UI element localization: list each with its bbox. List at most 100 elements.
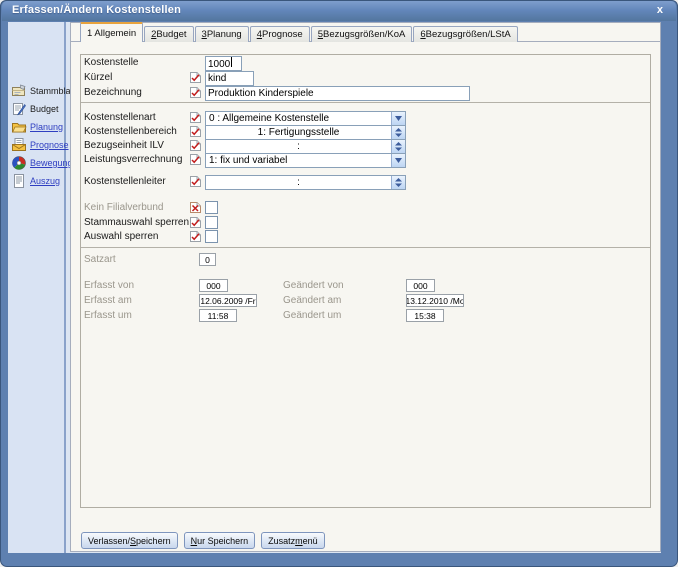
- tab-strip: 1 Allgemein 2 Budget3 Planung4 Prognose5 …: [80, 24, 519, 42]
- combo-kostenstellenbereich[interactable]: 1: Fertigungsstelle: [205, 125, 406, 140]
- sidebar-item-auszug[interactable]: Auszug: [11, 173, 69, 189]
- button-label: enü: [303, 536, 318, 546]
- combo-kostenstellenleiter[interactable]: :: [205, 175, 406, 190]
- combo-value: :: [206, 176, 391, 189]
- tab-label: Bezugsgrößen/KoA: [323, 29, 405, 40]
- modified-check-icon-leistungsverrechnung[interactable]: [189, 153, 202, 166]
- field-label-kostenstellenart: Kostenstellenart: [84, 112, 156, 123]
- value-box-erfasst-um: 11:58: [199, 309, 237, 322]
- sidebar-item-budget[interactable]: Budget: [11, 101, 69, 117]
- field-label-geaendert-von: Geändert von: [283, 280, 344, 291]
- nur-speichern-button[interactable]: Nur Speichern: [184, 532, 256, 549]
- tab-prognose[interactable]: 4 Prognose: [250, 26, 310, 42]
- tab-budget[interactable]: 2 Budget: [144, 26, 193, 42]
- value-box-geaendert-um: 15:38: [406, 309, 444, 322]
- field-label-kostenstellenbereich: Kostenstellenbereich: [84, 126, 177, 137]
- modified-check-icon-kostenstellenbereich[interactable]: [189, 125, 202, 138]
- input-kostenstelle[interactable]: 1000: [205, 56, 242, 71]
- input-value: Produktion Kinderspiele: [208, 88, 314, 99]
- field-label-kein-filialverbund: Kein Filialverbund: [84, 202, 164, 213]
- button-label: ur Speichern: [197, 536, 248, 546]
- value-box-satzart: 0: [199, 253, 216, 266]
- combo-value: :: [206, 140, 391, 153]
- field-label-erfasst-um: Erfasst um: [84, 310, 132, 321]
- lookup-spin-icon[interactable]: [391, 140, 405, 153]
- tab-bezugsgroessen-koa[interactable]: 5 Bezugsgrößen/KoA: [311, 26, 413, 42]
- modified-check-icon-bezeichnung[interactable]: [189, 86, 202, 99]
- tab-bezugsgroessen-lsta[interactable]: 6 Bezugsgrößen/LStA: [413, 26, 517, 42]
- combo-bezugseinheit-ilv[interactable]: :: [205, 139, 406, 154]
- modified-check-icon-kostenstellenart[interactable]: [189, 111, 202, 124]
- field-label-geaendert-am: Geändert am: [283, 295, 341, 306]
- budget-icon: [11, 101, 27, 117]
- value-box-geaendert-am: 13.12.2010 /Mo: [406, 294, 464, 307]
- combo-value: 1: Fertigungsstelle: [206, 126, 391, 139]
- combo-value: 1: fix und variabel: [206, 154, 391, 167]
- combo-kostenstellenart[interactable]: 0 : Allgemeine Kostenstelle: [205, 111, 406, 126]
- tab-label: Planung: [207, 29, 242, 40]
- sidebar-item-planung[interactable]: Planung: [11, 119, 69, 135]
- field-label-auswahl-sperren: Auswahl sperren: [84, 231, 158, 242]
- value-box-erfasst-am: 12.06.2009 /Fr: [199, 294, 257, 307]
- field-label-satzart: Satzart: [84, 254, 116, 265]
- tab-label: 1 Allgemein: [87, 28, 136, 39]
- field-label-kostenstelle: Kostenstelle: [84, 57, 138, 68]
- field-label-kuerzel: Kürzel: [84, 72, 112, 83]
- tab-allgemein[interactable]: 1 Allgemein: [80, 22, 143, 42]
- tab-label: Prognose: [262, 29, 303, 40]
- form-separator: [81, 247, 650, 248]
- sidebar-item-prognose[interactable]: Prognose: [11, 137, 69, 153]
- modified-check-icon-kostenstellenleiter[interactable]: [189, 175, 202, 188]
- field-label-geaendert-um: Geändert um: [283, 310, 341, 321]
- window-title: Erfassen/Ändern Kostenstellen: [12, 4, 181, 16]
- input-value: 1000: [208, 57, 232, 70]
- sidebar-item-label: Budget: [30, 104, 59, 114]
- checkbox-stammauswahl-sperren[interactable]: [205, 216, 218, 229]
- checkbox-kein-filialverbund[interactable]: [205, 201, 218, 214]
- value-box-geaendert-von: 000: [406, 279, 435, 292]
- tab-label: Budget: [156, 29, 186, 40]
- sidebar-item-label: Stammblatt: [30, 86, 76, 96]
- button-label: Zusatz: [268, 536, 295, 546]
- sidebar-item-label: Auszug: [30, 176, 60, 186]
- button-label: Verlassen/: [88, 536, 130, 546]
- input-value: kind: [208, 73, 226, 84]
- tab-planung[interactable]: 3 Planung: [195, 26, 249, 42]
- modified-check-icon-stammauswahl-sperren[interactable]: [189, 216, 202, 229]
- form-separator: [81, 102, 650, 103]
- button-accel: m: [295, 536, 303, 546]
- lookup-spin-icon[interactable]: [391, 176, 405, 189]
- dropdown-arrow-icon[interactable]: [391, 154, 405, 167]
- input-bezeichnung[interactable]: Produktion Kinderspiele: [205, 86, 470, 101]
- verlassen-speichern-button[interactable]: Verlassen/Speichern: [81, 532, 178, 549]
- input-kuerzel[interactable]: kind: [205, 71, 254, 86]
- field-label-kostenstellenleiter: Kostenstellenleiter: [84, 176, 166, 187]
- field-label-erfasst-von: Erfasst von: [84, 280, 134, 291]
- stammblatt-icon: [11, 83, 27, 99]
- modified-check-icon-bezugseinheit-ilv[interactable]: [189, 139, 202, 152]
- sidebar-item-label: Bewegung: [30, 158, 73, 168]
- sidebar-item-stammblatt[interactable]: Stammblatt: [11, 83, 69, 99]
- app-window: Erfassen/Ändern Kostenstellen x Stammbla…: [0, 0, 678, 567]
- field-label-stammauswahl-sperren: Stammauswahl sperren: [84, 217, 189, 228]
- field-label-leistungsverrechnung: Leistungsverrechnung: [84, 154, 182, 165]
- combo-leistungsverrechnung[interactable]: 1: fix und variabel: [205, 153, 406, 168]
- combo-value: 0 : Allgemeine Kostenstelle: [206, 112, 391, 125]
- modified-check-icon-auswahl-sperren[interactable]: [189, 230, 202, 243]
- field-label-bezugseinheit-ilv: Bezugseinheit ILV: [84, 140, 164, 151]
- zusatzmenue-button[interactable]: Zusatzmenü: [261, 532, 325, 549]
- close-button[interactable]: x: [657, 4, 663, 16]
- sidebar-item-bewegung[interactable]: Bewegung: [11, 155, 69, 171]
- modified-check-icon-kuerzel[interactable]: [189, 71, 202, 84]
- tab-label: Bezugsgrößen/LStA: [426, 29, 511, 40]
- checkbox-auswahl-sperren[interactable]: [205, 230, 218, 243]
- sidebar-item-label: Prognose: [30, 140, 69, 150]
- lookup-spin-icon[interactable]: [391, 126, 405, 139]
- field-label-bezeichnung: Bezeichnung: [84, 87, 142, 98]
- value-box-erfasst-von: 000: [199, 279, 228, 292]
- button-label: peichern: [136, 536, 171, 546]
- prognose-icon: [11, 137, 27, 153]
- bewegung-icon: [11, 155, 27, 171]
- dropdown-arrow-icon[interactable]: [391, 112, 405, 125]
- not-applicable-icon-kein-filialverbund[interactable]: [189, 201, 202, 214]
